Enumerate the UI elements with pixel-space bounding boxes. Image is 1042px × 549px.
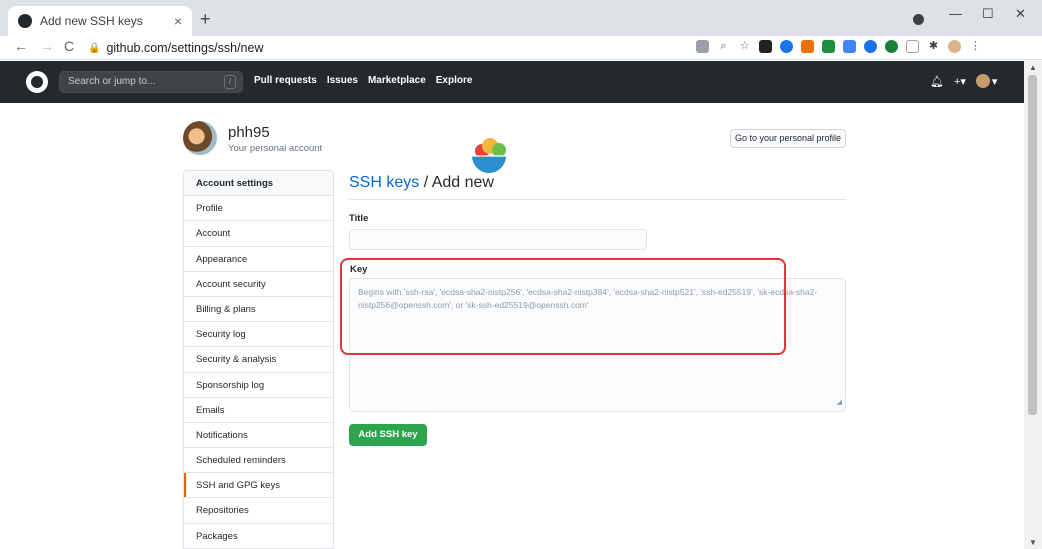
sidebar-item-account[interactable]: Account [184, 221, 333, 247]
tab-title: Add new SSH keys [40, 14, 143, 28]
search-shortcut-hint: / [224, 75, 236, 89]
sidebar-item-account-security[interactable]: Account security [184, 272, 333, 297]
annotation-highlight-box [340, 258, 786, 355]
title-field-label: Title [349, 213, 369, 224]
create-new-menu[interactable]: +▾ [954, 75, 966, 88]
lock-icon: 🔒 [88, 42, 101, 54]
search-input[interactable]: Search or jump to... / [59, 71, 243, 93]
extension-6-icon[interactable] [864, 40, 877, 53]
new-tab-button[interactable]: + [200, 9, 211, 30]
sidebar-item-billing[interactable]: Billing & plans [184, 297, 333, 323]
watermark-logo [472, 138, 506, 173]
notifications-bell-icon[interactable]: 🔔︎ [930, 75, 944, 88]
close-tab-icon[interactable]: × [174, 13, 182, 29]
sidebar-heading-account-settings: Account settings [184, 171, 333, 197]
avatar [975, 74, 990, 88]
extension-8-icon[interactable] [906, 40, 919, 53]
bookmark-star-icon[interactable]: ☆ [738, 40, 751, 53]
sidebar-item-emails[interactable]: Emails [184, 398, 333, 423]
nav-explore[interactable]: Explore [436, 75, 473, 86]
browser-tab-bar: Add new SSH keys × + — ☐ ✕ [0, 0, 1042, 36]
sidebar-item-appearance[interactable]: Appearance [184, 247, 333, 272]
ssh-keys-breadcrumb-link[interactable]: SSH keys [349, 174, 419, 191]
github-favicon-icon [18, 14, 32, 28]
sidebar-item-ssh-gpg-keys[interactable]: SSH and GPG keys [184, 473, 333, 499]
scroll-down-icon[interactable]: ▼ [1029, 538, 1037, 547]
title-input[interactable] [349, 229, 647, 250]
maximize-button[interactable]: ☐ [982, 6, 994, 22]
browser-tab[interactable]: Add new SSH keys × [8, 6, 192, 36]
extension-4-icon[interactable] [822, 40, 835, 53]
nav-issues[interactable]: Issues [327, 75, 358, 86]
header-actions: 🔔︎ +▾ ▾ [930, 74, 997, 88]
browser-profile-icon[interactable] [913, 14, 924, 25]
resize-handle-icon[interactable]: ◢ [837, 396, 842, 409]
page-scrollbar[interactable]: ▲ ▼ [1024, 61, 1042, 549]
forward-button[interactable]: → [40, 38, 54, 54]
back-button[interactable]: ← [14, 38, 28, 54]
sidebar-item-sponsorship-log[interactable]: Sponsorship log [184, 373, 333, 398]
github-logo-icon[interactable] [26, 71, 48, 93]
address-bar-row: ← → C 🔒 github.com/settings/ssh/new ⌕ ☆ … [0, 36, 1042, 60]
nav-marketplace[interactable]: Marketplace [368, 75, 426, 86]
omnibox[interactable]: 🔒 github.com/settings/ssh/new [88, 38, 688, 58]
extension-7-icon[interactable] [885, 40, 898, 53]
zoom-icon[interactable]: ⌕ [717, 40, 730, 53]
user-menu[interactable]: ▾ [975, 74, 998, 88]
chevron-down-icon: ▾ [991, 75, 998, 88]
scrollbar-thumb[interactable] [1028, 75, 1037, 415]
extension-5-icon[interactable] [843, 40, 856, 53]
sidebar-item-repositories[interactable]: Repositories [184, 498, 333, 524]
scroll-up-icon[interactable]: ▲ [1029, 63, 1037, 72]
browser-menu-icon[interactable]: ⋮ [969, 40, 982, 53]
sidebar-item-packages[interactable]: Packages [184, 524, 333, 549]
search-placeholder: Search or jump to... [68, 76, 156, 87]
sidebar-item-security-analysis[interactable]: Security & analysis [184, 347, 333, 373]
github-header: Search or jump to... / Pull requests Iss… [0, 61, 1024, 103]
page-title: SSH keys / Add new [349, 174, 494, 192]
translate-icon[interactable] [696, 40, 709, 53]
browser-avatar-icon[interactable] [948, 40, 961, 53]
go-to-profile-button[interactable]: Go to your personal profile [730, 129, 846, 148]
header-nav: Pull requests Issues Marketplace Explore [254, 75, 472, 86]
minimize-button[interactable]: — [949, 6, 962, 21]
username[interactable]: phh95 [228, 124, 270, 141]
extensions-puzzle-icon[interactable]: ✱ [927, 40, 940, 53]
close-window-button[interactable]: ✕ [1015, 6, 1026, 22]
nav-pull-requests[interactable]: Pull requests [254, 75, 317, 86]
sidebar-item-security-log[interactable]: Security log [184, 322, 333, 348]
user-avatar[interactable] [183, 121, 217, 155]
page-title-rest: / Add new [419, 174, 494, 191]
extension-2-icon[interactable] [780, 40, 793, 53]
sidebar-item-profile[interactable]: Profile [184, 196, 333, 222]
reload-button[interactable]: C [64, 38, 74, 54]
extension-3-icon[interactable] [801, 40, 814, 53]
settings-sidebar: Account settings Profile Account Appeara… [183, 170, 334, 549]
extensions-toolbar: ⌕ ☆ ✱ ⋮ [696, 40, 982, 53]
sidebar-item-notifications[interactable]: Notifications [184, 423, 333, 449]
sidebar-item-scheduled-reminders[interactable]: Scheduled reminders [184, 448, 333, 474]
account-type-label: Your personal account [228, 143, 323, 154]
title-divider [349, 199, 846, 200]
extension-1-icon[interactable] [759, 40, 772, 53]
add-ssh-key-button[interactable]: Add SSH key [349, 424, 427, 446]
url-text: github.com/settings/ssh/new [106, 41, 264, 55]
